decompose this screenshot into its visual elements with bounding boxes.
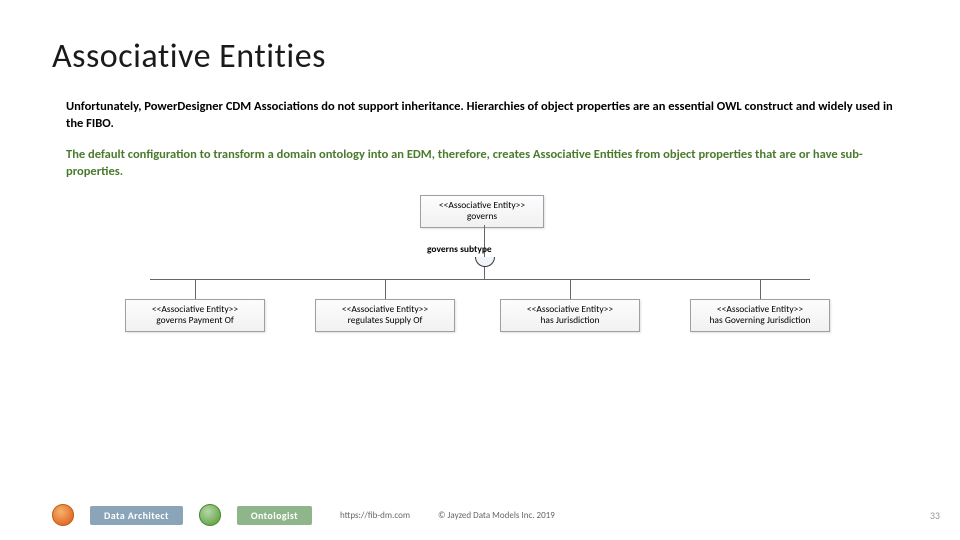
ontologist-avatar-icon: [199, 504, 221, 526]
slide-title: Associative Entities: [52, 36, 908, 77]
connector-bar: [150, 279, 810, 280]
connector-line: [195, 279, 196, 299]
page-number: 33: [930, 509, 940, 522]
child-entity-name: governs Payment Of: [156, 314, 234, 326]
role-label-data-architect: Data Architect: [90, 506, 183, 525]
parent-entity-name: governs: [467, 210, 497, 222]
data-architect-avatar-icon: [52, 504, 74, 526]
body-paragraph-1: Unfortunately, PowerDesigner CDM Associa…: [66, 99, 904, 133]
connector-line: [484, 267, 485, 279]
connector-line: [385, 279, 386, 299]
child-entity-box: <<Associative Entity>> governs Payment O…: [125, 299, 265, 333]
inheritance-edge-label: governs subtype: [427, 243, 492, 255]
child-entity-name: has Governing Jurisdiction: [709, 314, 810, 326]
slide-footer: Data Architect Ontologist https://fib-dm…: [52, 504, 940, 526]
connector-line: [570, 279, 571, 299]
child-entity-name: regulates Supply Of: [348, 314, 423, 326]
child-entity-box: <<Associative Entity>> has Jurisdiction: [500, 299, 640, 333]
hierarchy-diagram: <<Associative Entity>> governs governs s…: [90, 195, 870, 365]
body-paragraph-2: The default configuration to transform a…: [66, 147, 904, 181]
inheritance-symbol-icon: [475, 257, 495, 267]
child-entity-box: <<Associative Entity>> regulates Supply …: [315, 299, 455, 333]
child-entity-box: <<Associative Entity>> has Governing Jur…: [690, 299, 830, 333]
footer-url: https://fib-dm.com: [340, 510, 410, 521]
child-entity-name: has Jurisdiction: [540, 314, 599, 326]
footer-copyright: © Jayzed Data Models Inc. 2019: [438, 510, 555, 521]
role-label-ontologist: Ontologist: [237, 506, 312, 525]
connector-line: [760, 279, 761, 299]
parent-entity-box: <<Associative Entity>> governs: [420, 195, 544, 229]
